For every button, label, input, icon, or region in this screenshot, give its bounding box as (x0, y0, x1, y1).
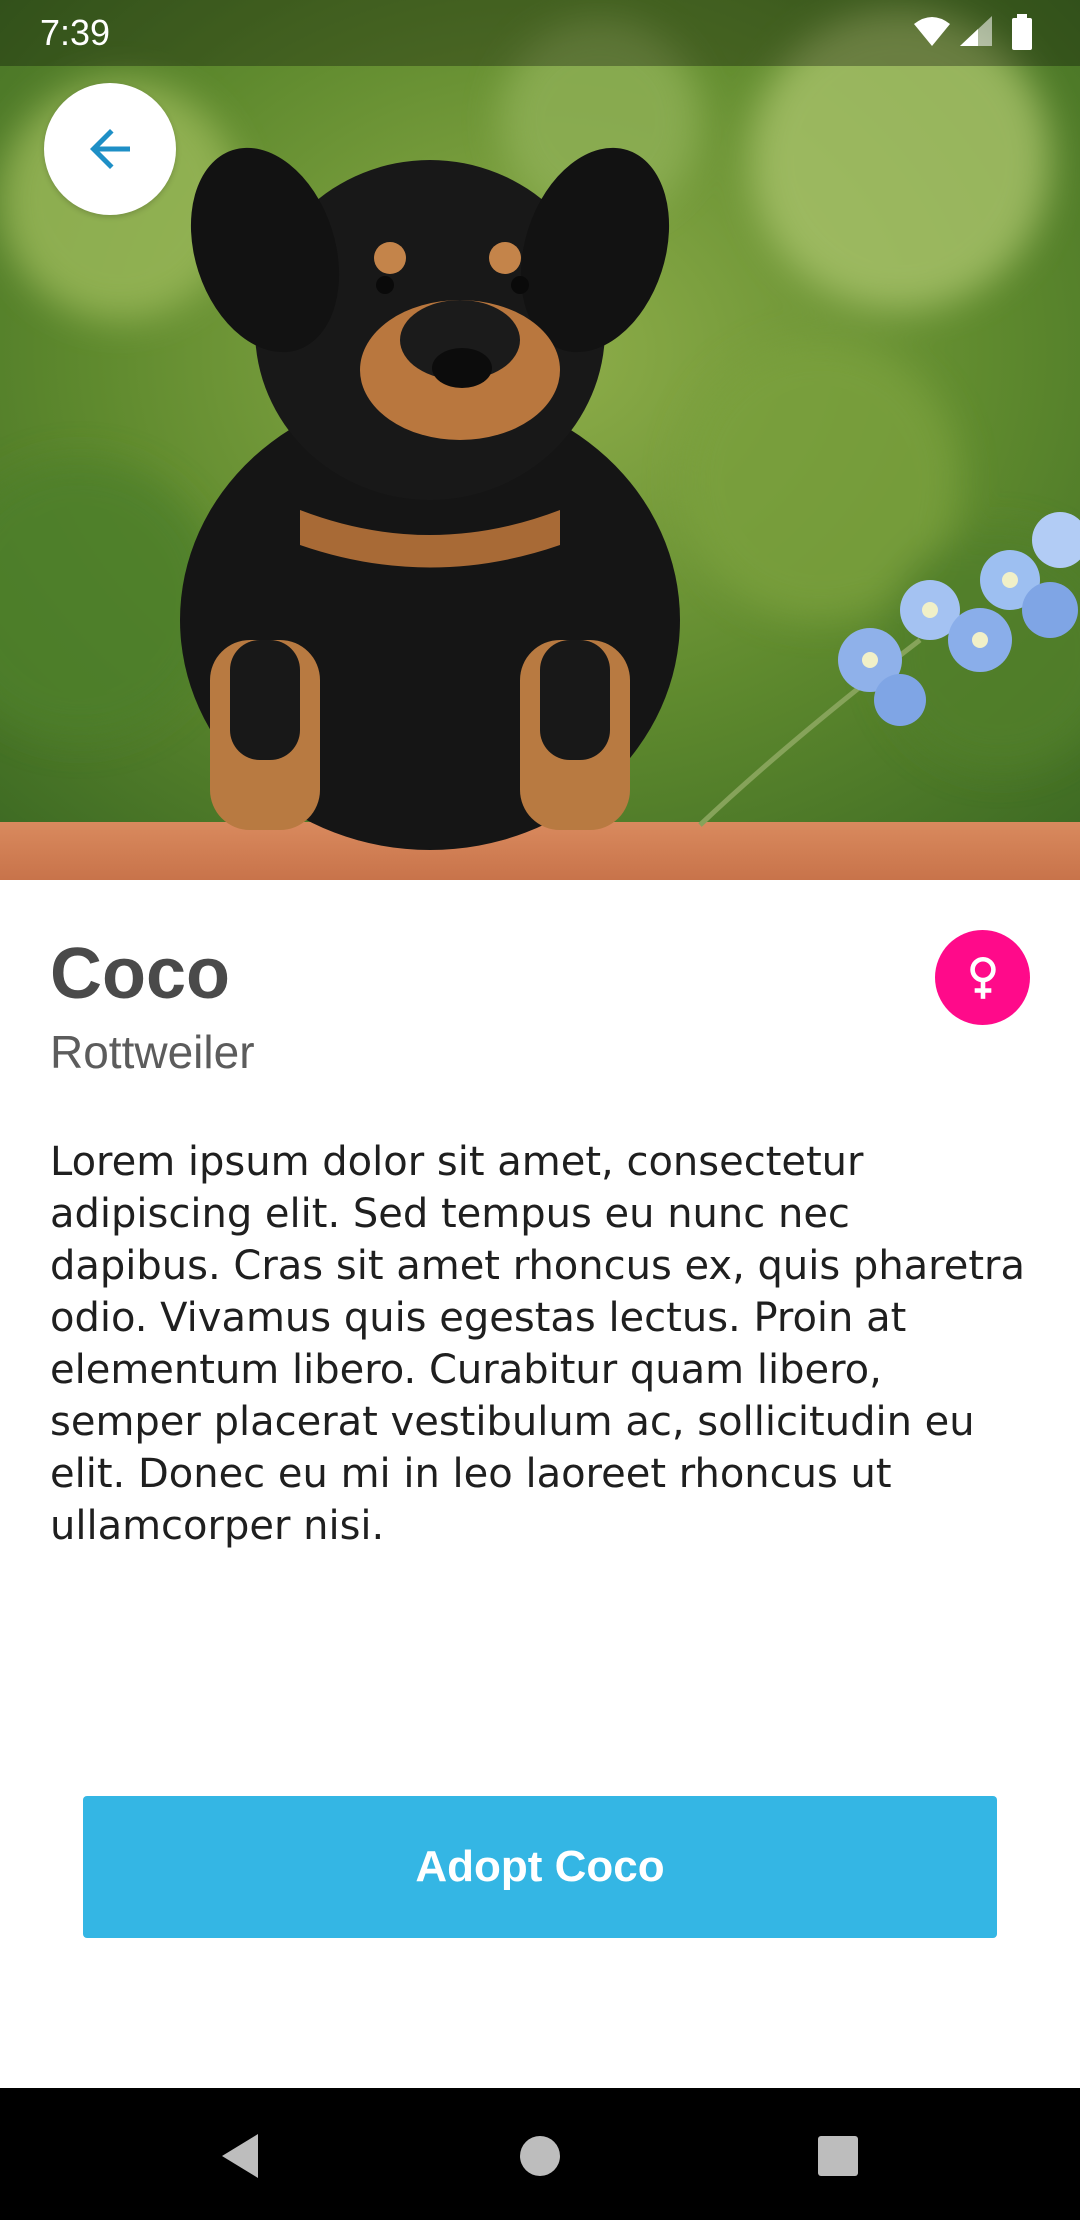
pet-name: Coco (50, 934, 230, 1014)
recents-square-icon (818, 2136, 858, 2176)
wifi-icon (914, 17, 950, 46)
battery-icon (1012, 14, 1032, 50)
female-icon (969, 956, 996, 999)
back-button[interactable] (44, 83, 176, 215)
pet-description: Lorem ipsum dolor sit amet, consectetur … (50, 1139, 1025, 1549)
adopt-button[interactable]: Adopt Coco (83, 1796, 997, 1938)
cell-signal-icon (960, 16, 992, 46)
gender-badge (935, 930, 1030, 1025)
system-navigation-bar (0, 2088, 1080, 2220)
back-triangle-icon (222, 2134, 258, 2178)
status-bar: 7:39 (0, 0, 1080, 66)
nav-back-button[interactable] (210, 2126, 270, 2186)
home-circle-icon (520, 2136, 560, 2176)
status-icons (912, 14, 1042, 54)
status-time: 7:39 (40, 12, 111, 53)
pet-breed: Rottweiler (50, 1026, 255, 1078)
nav-home-button[interactable] (510, 2126, 570, 2186)
pet-detail-screen: 7:39 Coco Rottweiler Lorem ipsum dolor s… (0, 0, 1080, 2220)
nav-recents-button[interactable] (808, 2126, 868, 2186)
arrow-left-icon (90, 129, 130, 169)
